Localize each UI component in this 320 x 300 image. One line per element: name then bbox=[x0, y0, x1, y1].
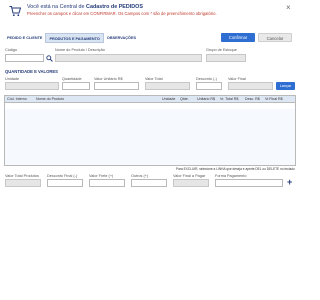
quantidade-input[interactable] bbox=[62, 82, 90, 90]
codigo-input[interactable] bbox=[5, 54, 44, 62]
unidade-label: Unidade bbox=[5, 77, 20, 81]
tab-produtos-pagamento[interactable]: PRODUTOS E PAGAMENTO bbox=[45, 33, 104, 43]
forma-pagamento-label: Forma Pagamento bbox=[215, 174, 247, 178]
col-qtde[interactable]: Qtde. bbox=[180, 97, 189, 101]
valor-total-produtos-label: Valor Total Produtos bbox=[5, 174, 39, 178]
items-table[interactable]: Cód. Interno Nome do Produto Unidade Qtd… bbox=[4, 95, 296, 166]
valor-total-label: Valor Total bbox=[145, 77, 163, 81]
desconto-label: Desconto (-) bbox=[196, 77, 217, 81]
tab-bar: PEDIDO E CLIENTE PRODUTOS E PAGAMENTO OB… bbox=[4, 33, 139, 43]
col-vr-final[interactable]: Vr.Final R$ bbox=[265, 97, 283, 101]
outros-input[interactable] bbox=[131, 179, 167, 187]
valor-total-field bbox=[145, 82, 190, 90]
valor-final-pagar-label: Valor Final a Pagar bbox=[173, 174, 206, 178]
col-desc[interactable]: Desc. R$ bbox=[245, 97, 260, 101]
unidade-field bbox=[5, 82, 59, 90]
tab-pedido-cliente[interactable]: PEDIDO E CLIENTE bbox=[4, 33, 45, 43]
valor-frete-input[interactable] bbox=[89, 179, 125, 187]
grupo-estoque-field bbox=[206, 54, 246, 62]
desconto-final-input[interactable] bbox=[47, 179, 83, 187]
desconto-input[interactable] bbox=[196, 82, 222, 90]
page-subtitle: Preencher os campos e clicar em CONFIRMA… bbox=[27, 11, 217, 16]
nome-produto-field bbox=[55, 54, 202, 62]
col-vr-total[interactable]: Vr. Total R$ bbox=[220, 97, 238, 101]
section-title-quantidade: QUANTIDADE E VALORES bbox=[5, 69, 58, 74]
valor-unitario-label: Valor Unitário R$ bbox=[94, 77, 123, 81]
valor-unitario-input[interactable] bbox=[94, 82, 139, 90]
delete-hint: Para EXCLUIR, selecione a LINHA que dese… bbox=[176, 167, 295, 171]
col-cod-interno[interactable]: Cód. Interno bbox=[7, 97, 27, 101]
nome-produto-label: Nome do Produto / Descrição bbox=[55, 48, 105, 52]
close-icon[interactable]: × bbox=[286, 4, 291, 12]
col-unidade[interactable]: Unidade bbox=[162, 97, 175, 101]
outros-label: Outros (+) bbox=[131, 174, 149, 178]
valor-final-label: Valor Final bbox=[228, 77, 246, 81]
lancar-button[interactable]: Lançar bbox=[276, 82, 295, 90]
grupo-estoque-label: Grupo de Estoque bbox=[206, 48, 237, 52]
forma-pagamento-select[interactable] bbox=[215, 179, 283, 187]
cancel-button[interactable]: Cancelar bbox=[258, 33, 292, 42]
col-unitario[interactable]: Unitário R$ bbox=[197, 97, 215, 101]
table-new-row[interactable] bbox=[5, 103, 295, 109]
shopping-cart-icon bbox=[9, 6, 21, 17]
col-nome-produto[interactable]: Nome do Produto bbox=[36, 97, 64, 101]
valor-final-pagar-field bbox=[173, 179, 209, 187]
table-header: Cód. Interno Nome do Produto Unidade Qtd… bbox=[5, 96, 295, 103]
quantidade-label: Quantidade bbox=[62, 77, 82, 81]
search-icon[interactable] bbox=[46, 55, 53, 62]
desconto-final-label: Desconto Final (-) bbox=[47, 174, 78, 178]
page-title: Você está na Central de Cadastro de PEDI… bbox=[27, 4, 143, 10]
valor-frete-label: Valor Frete (+) bbox=[89, 174, 114, 178]
add-icon[interactable]: + bbox=[287, 178, 292, 187]
header: Você está na Central de Cadastro de PEDI… bbox=[0, 0, 300, 22]
tab-observacoes[interactable]: OBSERVAÇÕES bbox=[104, 33, 139, 43]
valor-final-field bbox=[228, 82, 273, 90]
valor-total-produtos-field bbox=[5, 179, 41, 187]
confirm-button[interactable]: Confirmar bbox=[221, 33, 255, 42]
codigo-label: Código bbox=[5, 48, 18, 52]
